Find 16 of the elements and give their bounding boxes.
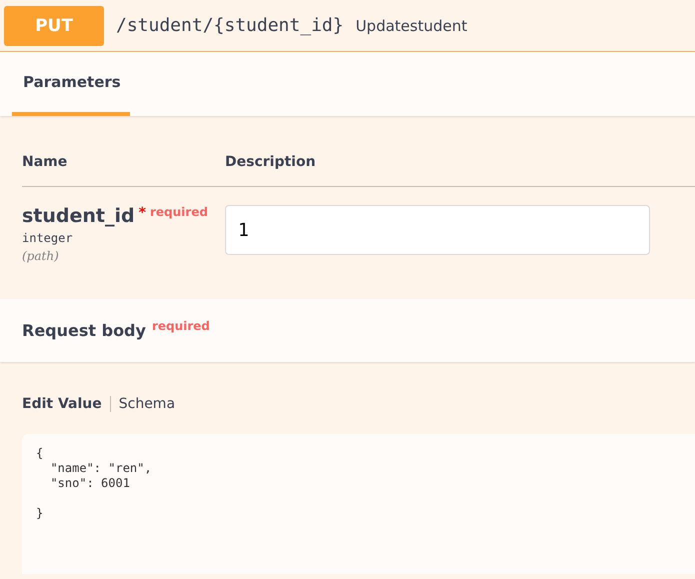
body-view-tab[interactable]: Schema xyxy=(110,396,184,412)
required-asterisk-icon: * xyxy=(138,205,146,221)
required-label: required xyxy=(152,319,210,333)
column-header: Name xyxy=(22,154,68,170)
request-body-title: Request body xyxy=(22,321,146,340)
operation-summary: Updatestudent xyxy=(356,16,468,34)
body-view-tab[interactable]: Edit Value xyxy=(22,396,110,412)
parameter-name: student_id xyxy=(22,205,135,227)
parameters-tab[interactable]: Parameters xyxy=(12,52,130,116)
endpoint-path: /student/{student_id} xyxy=(116,15,344,36)
parameter-location: (path) xyxy=(22,249,60,263)
request-body-editor[interactable]: { "name": "ren", "sno": 6001 } xyxy=(22,434,695,574)
required-label: required xyxy=(150,205,208,219)
parameter-input[interactable]: 1 xyxy=(225,205,650,255)
column-header: Description xyxy=(225,154,316,170)
parameter-type: integer xyxy=(22,231,74,245)
